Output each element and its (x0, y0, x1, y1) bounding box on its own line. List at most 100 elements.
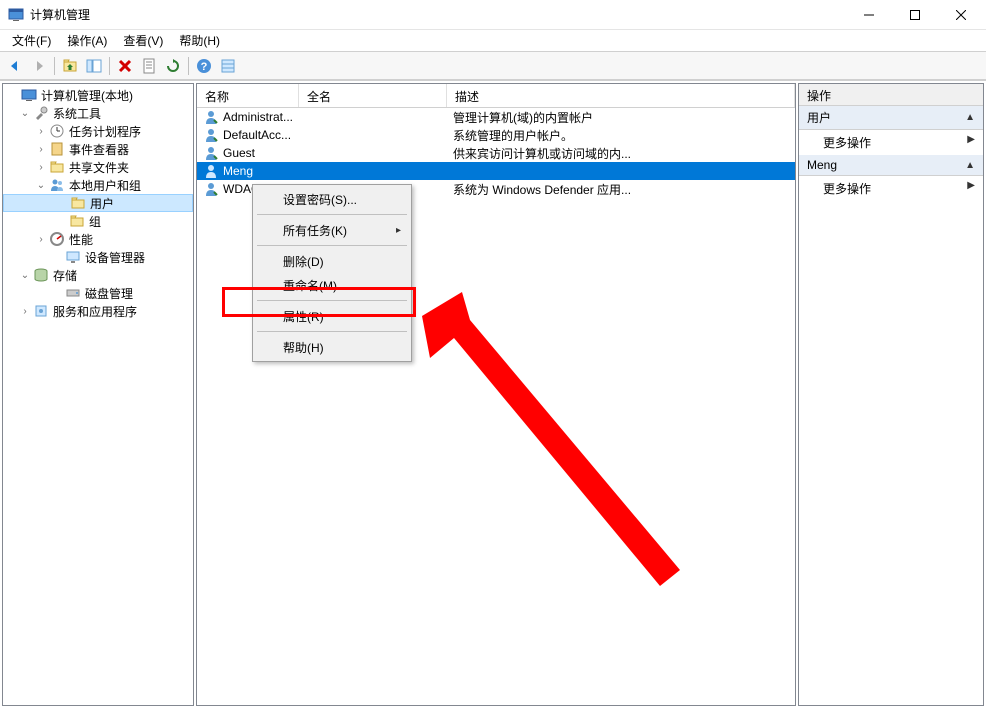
navigation-tree[interactable]: 计算机管理(本地) ⌄ 系统工具 › 任务计划程序 › 事件查看器 › 共享文件… (2, 83, 194, 706)
close-button[interactable] (938, 0, 984, 30)
services-icon (33, 303, 49, 319)
tree-disk-management[interactable]: 磁盘管理 (3, 284, 193, 302)
forward-button[interactable] (28, 55, 50, 77)
actions-link-label: 更多操作 (823, 134, 871, 151)
menu-bar: 文件(F) 操作(A) 查看(V) 帮助(H) (0, 30, 986, 52)
actions-section-label: 用户 (807, 109, 831, 126)
shared-folder-icon (49, 159, 65, 175)
folder-icon (69, 213, 85, 229)
tree-label: 共享文件夹 (69, 159, 129, 176)
delete-button[interactable] (114, 55, 136, 77)
show-hide-tree-button[interactable] (83, 55, 105, 77)
tree-groups[interactable]: 组 (3, 212, 193, 230)
device-icon (65, 249, 81, 265)
toolbar-separator (188, 57, 189, 75)
tools-icon (33, 105, 49, 121)
column-fullname[interactable]: 全名 (299, 84, 447, 107)
minimize-button[interactable] (846, 0, 892, 30)
context-properties[interactable]: 属性(R) (255, 304, 409, 328)
menu-separator (257, 331, 407, 332)
chevron-down-icon[interactable]: ⌄ (33, 180, 49, 191)
tree-label: 磁盘管理 (85, 285, 133, 302)
cell-name: Administrat... (223, 110, 293, 124)
tree-system-tools[interactable]: ⌄ 系统工具 (3, 104, 193, 122)
cell-name: Guest (223, 146, 255, 160)
tree-task-scheduler[interactable]: › 任务计划程序 (3, 122, 193, 140)
tree-storage[interactable]: ⌄ 存储 (3, 266, 193, 284)
properties-button[interactable] (138, 55, 160, 77)
cell-name: Meng (223, 164, 253, 178)
column-description[interactable]: 描述 (447, 84, 795, 107)
tree-root[interactable]: 计算机管理(本地) (3, 86, 193, 104)
context-all-tasks[interactable]: 所有任务(K) (255, 218, 409, 242)
up-button[interactable] (59, 55, 81, 77)
menu-action[interactable]: 操作(A) (59, 30, 115, 51)
toolbar: ? (0, 52, 986, 80)
tree-users[interactable]: 用户 (3, 194, 193, 212)
refresh-button[interactable] (162, 55, 184, 77)
user-list-panel: 名称 全名 描述 Administrat... 管理计算机(域)的内置帐户 De… (196, 83, 796, 706)
export-list-button[interactable] (217, 55, 239, 77)
user-icon (203, 181, 219, 197)
menu-help[interactable]: 帮助(H) (171, 30, 228, 51)
cell-desc: 管理计算机(域)的内置帐户 (453, 109, 593, 126)
tree-label: 性能 (69, 231, 93, 248)
folder-icon (70, 195, 86, 211)
user-icon (203, 127, 219, 143)
menu-separator (257, 214, 407, 215)
clock-icon (49, 123, 65, 139)
tree-label: 计算机管理(本地) (41, 87, 133, 104)
back-button[interactable] (4, 55, 26, 77)
tree-label: 任务计划程序 (69, 123, 141, 140)
toolbar-separator (109, 57, 110, 75)
actions-section-users[interactable]: 用户 ▲ (799, 106, 983, 130)
tree-event-viewer[interactable]: › 事件查看器 (3, 140, 193, 158)
help-button[interactable]: ? (193, 55, 215, 77)
chevron-down-icon[interactable]: ⌄ (17, 108, 33, 119)
main-content: 计算机管理(本地) ⌄ 系统工具 › 任务计划程序 › 事件查看器 › 共享文件… (0, 80, 986, 708)
actions-more-meng[interactable]: 更多操作 ▶ (799, 176, 983, 201)
menu-view[interactable]: 查看(V) (115, 30, 171, 51)
performance-icon (49, 231, 65, 247)
computer-icon (21, 87, 37, 103)
list-header: 名称 全名 描述 (197, 84, 795, 108)
storage-icon (33, 267, 49, 283)
chevron-right-icon: ▶ (967, 134, 975, 151)
tree-local-users-groups[interactable]: ⌄ 本地用户和组 (3, 176, 193, 194)
context-set-password[interactable]: 设置密码(S)... (255, 187, 409, 211)
context-help[interactable]: 帮助(H) (255, 335, 409, 359)
actions-link-label: 更多操作 (823, 180, 871, 197)
window-title: 计算机管理 (30, 6, 846, 23)
list-row[interactable]: Administrat... 管理计算机(域)的内置帐户 (197, 108, 795, 126)
menu-file[interactable]: 文件(F) (4, 30, 59, 51)
tree-device-manager[interactable]: 设备管理器 (3, 248, 193, 266)
list-row[interactable]: DefaultAcc... 系统管理的用户帐户。 (197, 126, 795, 144)
chevron-right-icon[interactable]: › (33, 144, 49, 155)
tree-services-apps[interactable]: › 服务和应用程序 (3, 302, 193, 320)
list-row[interactable]: Guest 供来宾访问计算机或访问域的内... (197, 144, 795, 162)
tree-performance[interactable]: › 性能 (3, 230, 193, 248)
context-rename[interactable]: 重命名(M) (255, 273, 409, 297)
chevron-right-icon[interactable]: › (33, 126, 49, 137)
chevron-right-icon: ▶ (967, 180, 975, 197)
actions-section-meng[interactable]: Meng ▲ (799, 155, 983, 176)
toolbar-separator (54, 57, 55, 75)
maximize-button[interactable] (892, 0, 938, 30)
chevron-up-icon: ▲ (965, 112, 975, 123)
list-row-selected[interactable]: Meng (197, 162, 795, 180)
tree-label: 组 (89, 213, 101, 230)
chevron-down-icon[interactable]: ⌄ (17, 270, 33, 281)
chevron-right-icon[interactable]: › (17, 306, 33, 317)
app-icon (8, 7, 24, 23)
menu-separator (257, 245, 407, 246)
tree-label: 事件查看器 (69, 141, 129, 158)
chevron-right-icon[interactable]: › (33, 162, 49, 173)
menu-separator (257, 300, 407, 301)
chevron-up-icon: ▲ (965, 160, 975, 171)
chevron-right-icon[interactable]: › (33, 234, 49, 245)
actions-more-users[interactable]: 更多操作 ▶ (799, 130, 983, 155)
tree-shared-folders[interactable]: › 共享文件夹 (3, 158, 193, 176)
context-delete[interactable]: 删除(D) (255, 249, 409, 273)
actions-section-label: Meng (807, 158, 837, 172)
column-name[interactable]: 名称 (197, 84, 299, 107)
